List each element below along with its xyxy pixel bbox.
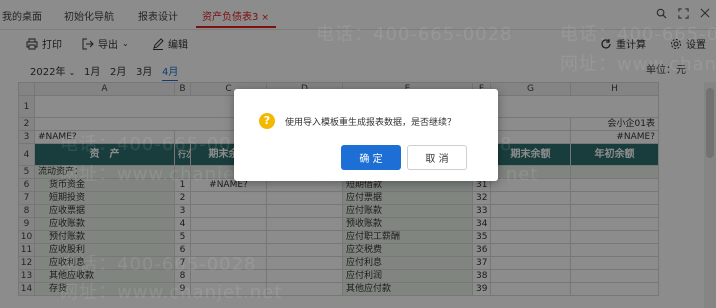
watermark-site: 网址：www.chanjet.net — [560, 54, 716, 75]
watermark-phone: 电话：400-665-0028 — [60, 134, 257, 155]
cancel-button[interactable]: 取 消 — [407, 145, 467, 170]
watermark-phone: 电话：400-665-0028 — [316, 24, 513, 45]
dialog-message: 使用导入模板重生成报表数据，是否继续？ — [285, 118, 457, 128]
confirm-button[interactable]: 确 定 — [341, 145, 401, 170]
confirm-dialog: ? 使用导入模板重生成报表数据，是否继续？ 确 定 取 消 — [234, 89, 498, 181]
watermark-site: 网址：www.chanjet.net — [60, 282, 283, 303]
watermark-phone: 电话：400-665-0028 — [560, 24, 716, 45]
watermark-phone: 电话：400-665-0028 — [60, 254, 257, 275]
question-icon: ? — [259, 113, 275, 129]
